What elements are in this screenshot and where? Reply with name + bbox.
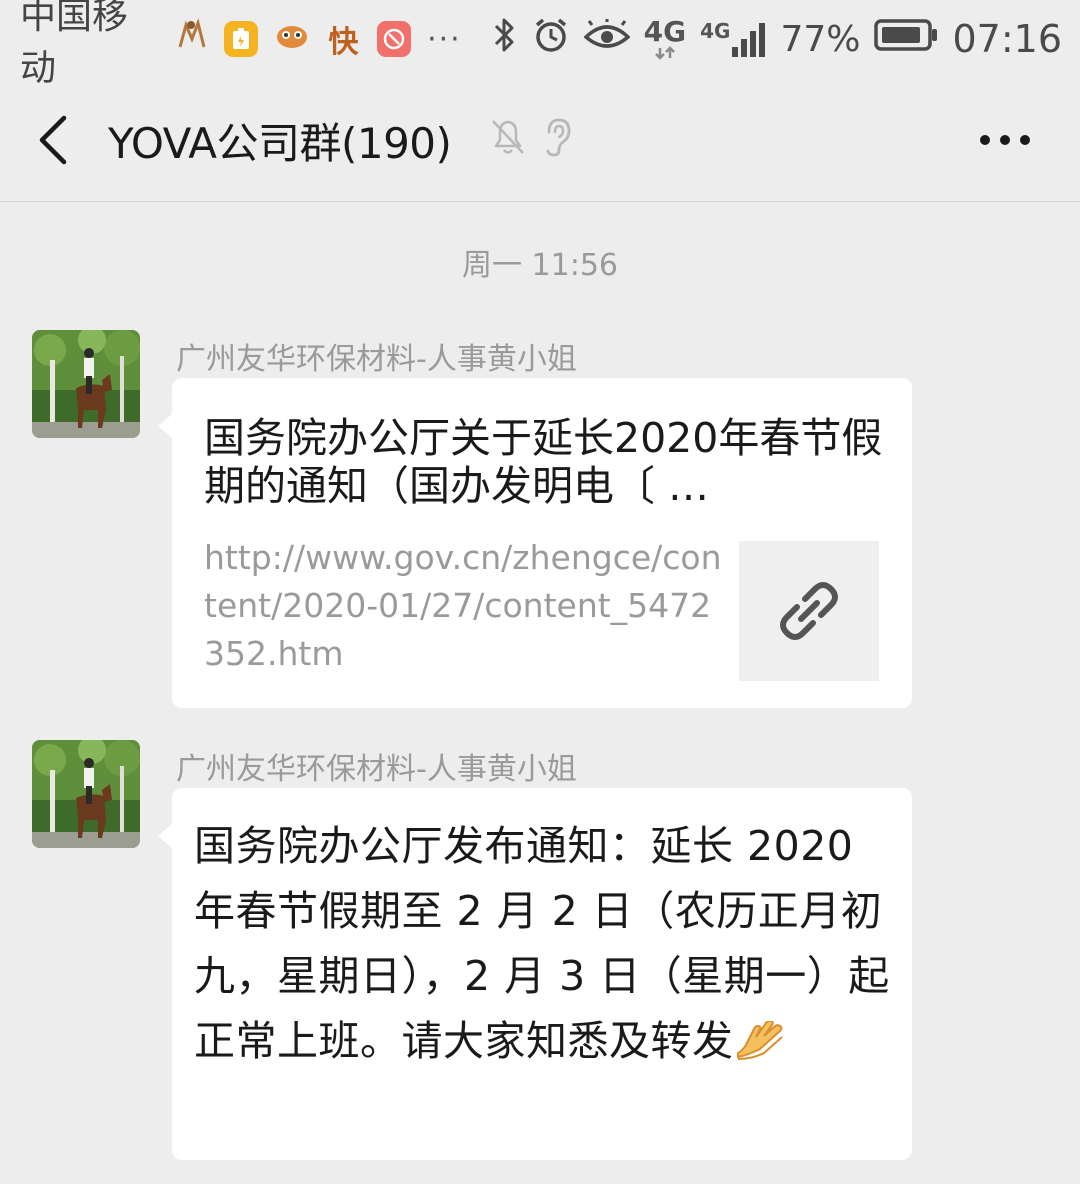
battery-percent: 77%	[780, 18, 861, 60]
text-message-bubble[interactable]: 国务院办公厅发布通知：延长 2020年春节假期至 2 月 2 日（农历正月初九，…	[158, 788, 912, 1160]
sender-name: 广州友华环保材料-人事黄小姐	[176, 752, 577, 787]
battery-icon	[874, 18, 938, 60]
network-type-label: 4G	[643, 15, 687, 48]
back-arrow-icon	[39, 115, 67, 165]
chat-info-button[interactable]	[970, 118, 1040, 162]
message-text: 国务院办公厅发布通知：延长 2020年春节假期至 2 月 2 日（农历正月初九，…	[194, 814, 894, 1075]
time-divider: 周一 11:56	[462, 248, 618, 283]
cartoon-app-icon	[174, 17, 208, 62]
clap-emoji-icon	[734, 1019, 786, 1064]
wallet-app-icon	[223, 21, 259, 57]
sender-avatar[interactable]	[32, 330, 140, 438]
avatar-horse-rider-image	[32, 330, 140, 438]
link-card-title: 国务院办公厅关于延长2020年春节假期的通知（国办发明电〔 …	[204, 414, 883, 510]
sender-avatar[interactable]	[32, 740, 140, 848]
avatar-horse-rider-image	[32, 740, 140, 848]
link-card-thumbnail	[739, 541, 879, 681]
back-button[interactable]	[34, 112, 74, 168]
signal-bars-icon	[732, 23, 766, 57]
link-card-bubble[interactable]: 国务院办公厅关于延长2020年春节假期的通知（国办发明电〔 … http://w…	[158, 378, 912, 708]
chat-title: YOVA公司群(190)	[108, 119, 452, 168]
link-card-url: http://www.gov.cn/zhengce/content/2020-0…	[204, 538, 722, 673]
signal-strength-indicator: 4G	[700, 21, 766, 57]
bluetooth-icon	[492, 16, 518, 63]
mute-bell-icon	[488, 116, 528, 162]
sender-name: 广州友华环保材料-人事黄小姐	[176, 342, 577, 377]
mascot-app-icon	[274, 19, 310, 60]
status-bar-right: 4G 4G 77% 07:16	[478, 16, 1062, 63]
tool-app-icon	[376, 21, 412, 57]
more-notifications-icon: ···	[427, 21, 462, 57]
kuai-app-icon: 快	[328, 25, 359, 60]
alarm-icon	[532, 16, 570, 63]
network-4g-indicator: 4G	[644, 18, 686, 60]
status-bar: 中国移动 快 ··· 4G 4G 77% 07:16	[0, 0, 1080, 89]
wechat-group-chat-screen: 中国移动 快 ··· 4G 4G 77% 07:16 YOVA公司群(190) …	[0, 0, 1080, 1184]
link-chain-icon	[780, 582, 838, 640]
more-dots-icon	[980, 135, 1030, 145]
earpiece-icon	[540, 116, 574, 162]
signal-network-label: 4G	[700, 19, 731, 43]
eye-comfort-icon	[583, 17, 631, 60]
clock: 07:16	[952, 17, 1062, 61]
